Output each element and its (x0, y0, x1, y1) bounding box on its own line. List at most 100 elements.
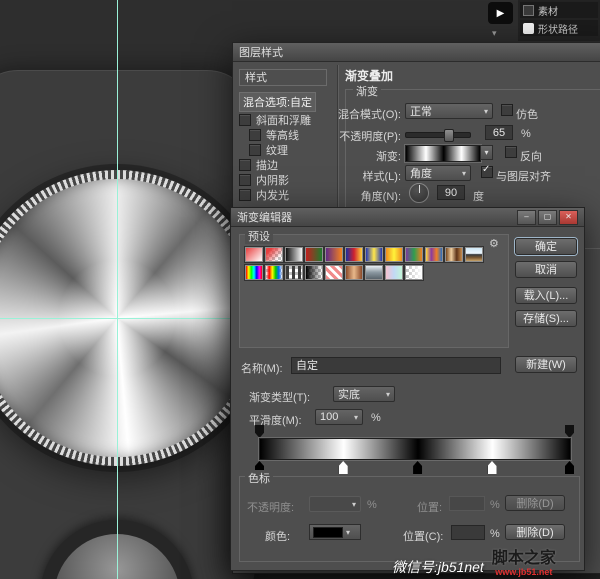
delete-color-stop-button[interactable]: 删除(D) (505, 524, 565, 540)
style-option-4[interactable]: 内阴影 (239, 172, 311, 187)
opacity-slider-handle[interactable] (444, 129, 454, 142)
stop-position-label: 位置: (417, 499, 442, 515)
angle-unit-label: 度 (473, 188, 484, 204)
preset-swatch-red-green[interactable] (305, 247, 323, 262)
reverse-label: 反向 (520, 148, 542, 164)
preset-swatch-fg-transparent[interactable] (265, 247, 283, 262)
preset-swatch-blue-yellow-blue[interactable] (365, 247, 383, 262)
dropdown-arrow-icon: ▾ (462, 169, 466, 178)
stop-position-unit-label: % (490, 499, 500, 511)
blend-mode-select[interactable]: 正常 ▾ (405, 103, 493, 119)
checkbox-icon[interactable] (239, 159, 251, 171)
layer-row-shape-path[interactable]: 形状路径 (520, 20, 598, 36)
preset-swatch-steel[interactable] (365, 265, 383, 280)
layer-thumbnail-icon (523, 5, 534, 16)
preset-swatch-pastel[interactable] (385, 265, 403, 280)
preset-swatch-violet-orange[interactable] (325, 247, 343, 262)
preset-swatch-black-white[interactable] (285, 247, 303, 262)
shape-thumbnail-icon (523, 23, 534, 34)
gradient-bar[interactable] (259, 438, 571, 460)
gradient-preview[interactable] (405, 145, 481, 162)
preset-swatch-russet[interactable] (345, 265, 363, 280)
dropdown-arrow-icon: ▾ (386, 390, 390, 399)
preset-swatch-orange-yellow-orange[interactable] (385, 247, 403, 262)
preset-swatch-fg-bg[interactable] (245, 247, 263, 262)
checkbox-icon[interactable] (239, 189, 251, 201)
gradient-label: 渐变: (329, 148, 401, 164)
style-option-label: 纹理 (266, 142, 288, 158)
stop-position-c-input[interactable] (451, 525, 485, 540)
angle-field[interactable]: 90 (437, 185, 465, 200)
gradient-type-select[interactable]: 实底 ▾ (333, 386, 395, 402)
checkbox-icon[interactable] (239, 174, 251, 186)
stop-opacity-unit-label: % (367, 499, 377, 511)
checkbox-icon[interactable] (239, 114, 251, 126)
layer-style-titlebar[interactable]: 图层样式 (233, 43, 600, 62)
gradient-preview-strip (406, 146, 480, 161)
preset-swatch-pink-stripes[interactable] (325, 265, 343, 280)
gradient-picker-arrow[interactable]: ▾ (480, 145, 493, 160)
gradient-editor-titlebar[interactable]: 渐变编辑器 – ▢ ✕ (231, 208, 584, 227)
style-option-label: 等高线 (266, 127, 299, 143)
preset-swatch-blue-red-yellow[interactable] (345, 247, 363, 262)
opacity-field[interactable]: 65 (485, 125, 513, 140)
preset-swatch-neutral-density[interactable] (305, 265, 323, 280)
save-button[interactable]: 存储(S)... (515, 310, 577, 327)
stop-position-c-label: 位置(C): (403, 528, 443, 544)
panel-handle-icon[interactable]: ▾ (492, 28, 497, 39)
preset-grid (244, 246, 496, 282)
align-with-layer-label: 与图层对齐 (496, 168, 551, 184)
play-button[interactable]: ▶ (488, 2, 513, 24)
style-option-3[interactable]: 描边 (239, 157, 311, 172)
preset-swatch-copper[interactable] (445, 247, 463, 262)
angle-dial[interactable] (409, 183, 429, 203)
layer-row-material[interactable]: 素材 (520, 2, 598, 18)
preset-swatch-spectrum[interactable] (245, 265, 263, 280)
stop-color-swatch[interactable]: ▾ (309, 524, 361, 540)
preset-swatch-chrome[interactable] (465, 247, 483, 262)
smoothness-input[interactable]: 100 ▾ (315, 409, 363, 425)
cancel-button[interactable]: 取消 (515, 261, 577, 278)
window-buttons: – ▢ ✕ (517, 210, 578, 225)
presets-label: 预设 (245, 228, 273, 244)
preset-swatch-yellow-violet-orange-blue[interactable] (425, 247, 443, 262)
site-name: 脚本之家 (492, 550, 556, 568)
opacity-stop-0[interactable] (255, 425, 264, 438)
color-stop-51[interactable] (413, 461, 422, 474)
checkbox-icon[interactable] (249, 129, 261, 141)
opacity-slider[interactable] (405, 132, 471, 138)
opacity-stop-100[interactable] (565, 425, 574, 438)
gradient-overlay-title: 渐变叠加 (345, 67, 393, 84)
color-stop-100[interactable] (565, 461, 574, 474)
preset-swatch-transparent-stripes[interactable] (285, 265, 303, 280)
new-button[interactable]: 新建(W) (515, 356, 577, 373)
gradient-editor-dialog: 渐变编辑器 – ▢ ✕ 预设 ⚙ 确定 取消 载入(L)... 存储(S)...… (230, 207, 585, 571)
style-select[interactable]: 角度 ▾ (405, 165, 471, 181)
style-option-0[interactable]: 斜面和浮雕 (239, 112, 311, 127)
color-stop-75[interactable] (488, 461, 497, 474)
load-button[interactable]: 载入(L)... (515, 287, 577, 304)
name-input[interactable]: 自定 (291, 357, 501, 374)
dither-checkbox[interactable] (501, 104, 513, 116)
preset-swatch-violet-green-orange[interactable] (405, 247, 423, 262)
style-option-5[interactable]: 内发光 (239, 187, 311, 202)
align-with-layer-checkbox[interactable] (481, 166, 493, 178)
preset-swatch-transparent-rainbow[interactable] (265, 265, 283, 280)
opacity-label: 不透明度(P): (329, 128, 401, 144)
style-option-2[interactable]: 纹理 (249, 142, 311, 157)
preset-swatch-white-fade[interactable] (405, 265, 423, 280)
style-label: 样式(L): (329, 168, 401, 184)
reverse-checkbox[interactable] (505, 146, 517, 158)
color-stops (259, 461, 569, 474)
style-options-list: 斜面和浮雕等高线纹理描边内阴影内发光 (239, 112, 311, 202)
play-icon: ▶ (497, 8, 505, 19)
style-option-1[interactable]: 等高线 (249, 127, 311, 142)
checkbox-icon[interactable] (249, 144, 261, 156)
blending-options-item[interactable]: 混合选项:自定 (239, 92, 316, 112)
ok-button[interactable]: 确定 (515, 238, 577, 255)
maximize-icon[interactable]: ▢ (538, 210, 557, 225)
close-icon[interactable]: ✕ (559, 210, 578, 225)
color-stop-27[interactable] (339, 461, 348, 474)
minimize-icon[interactable]: – (517, 210, 536, 225)
dropdown-arrow-icon: ▾ (484, 148, 488, 157)
